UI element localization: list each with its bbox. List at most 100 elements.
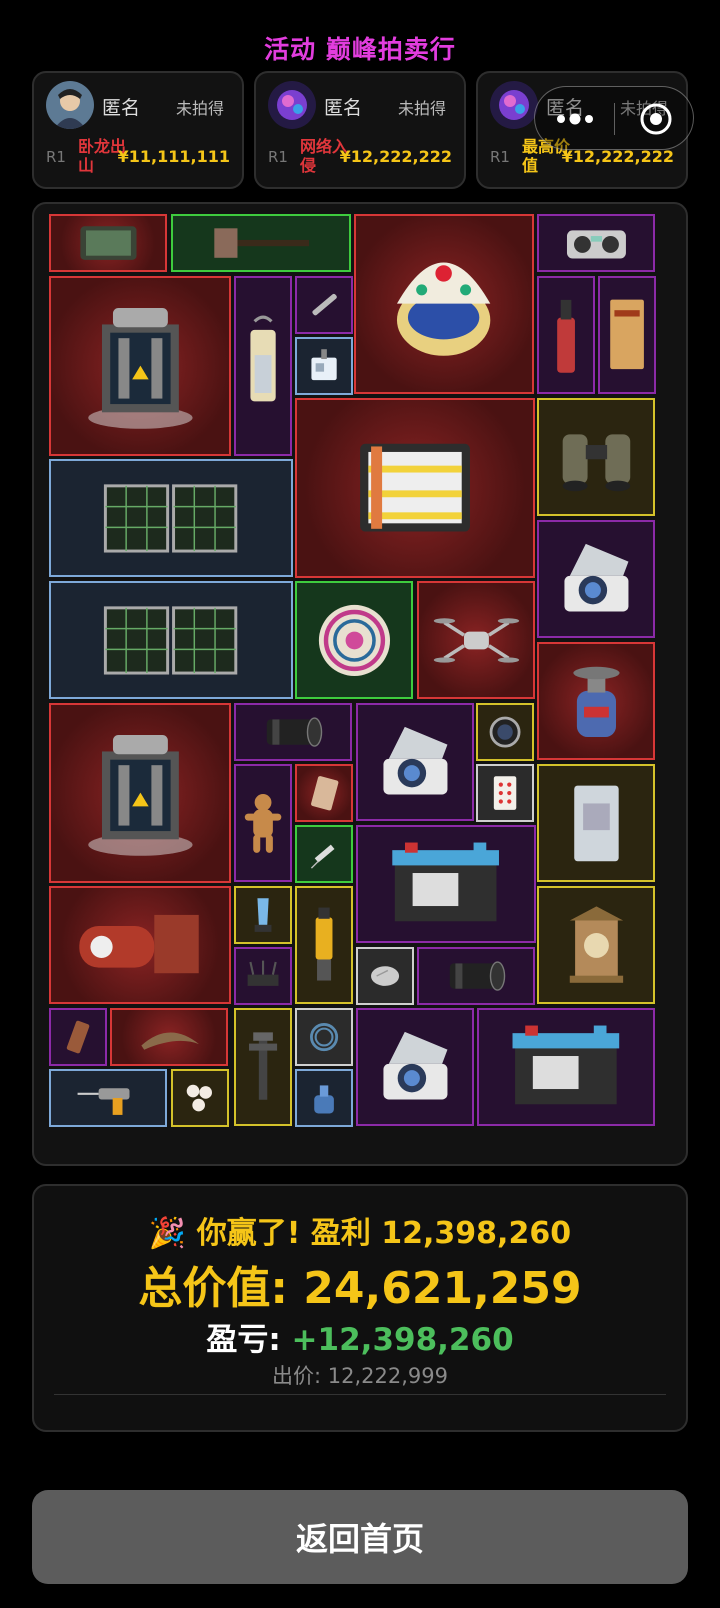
bidder-round: R1 xyxy=(46,148,66,166)
item-car-battery-2[interactable] xyxy=(477,1008,655,1126)
item-coiled-cable[interactable] xyxy=(295,1008,353,1066)
item-playing-card[interactable] xyxy=(476,764,534,822)
item-lantern[interactable] xyxy=(234,276,292,456)
egg-icon xyxy=(356,216,532,392)
item-fossil-claw[interactable] xyxy=(110,1008,228,1066)
bidder-round: R1 xyxy=(268,148,288,166)
item-airbrush-pen[interactable] xyxy=(295,276,353,334)
battery-pack-icon xyxy=(297,400,533,576)
warrior-avatar-icon xyxy=(46,81,94,129)
badge-icon xyxy=(297,339,351,393)
car-battery-icon xyxy=(358,827,534,941)
pearl-icon xyxy=(173,1071,227,1125)
item-syringe[interactable] xyxy=(295,825,353,883)
profit-loss: 盈亏: +12,398,260 xyxy=(34,1314,686,1359)
drone-icon xyxy=(419,583,533,697)
purple-spirit-avatar-icon xyxy=(268,81,316,129)
more-dots-icon[interactable] xyxy=(555,111,595,127)
reactor-icon xyxy=(51,278,229,454)
total-value: 总价值: 24,621,259 xyxy=(138,1263,582,1314)
bidder-status: 未拍得 xyxy=(175,99,224,118)
item-computer-mouse[interactable] xyxy=(356,947,414,1005)
item-gingerbread-man[interactable] xyxy=(234,764,292,882)
router-icon xyxy=(236,949,290,1003)
id-card-icon xyxy=(539,766,653,880)
solar-panel-icon xyxy=(51,461,291,575)
item-crystal-trophy[interactable] xyxy=(234,886,292,944)
item-id-card-pouch[interactable] xyxy=(537,764,655,882)
item-ink-bottle[interactable] xyxy=(295,1069,353,1127)
bidder-card-1[interactable]: 匿名 未拍得 R1 卧龙出山 ¥11,111,111 xyxy=(32,71,244,189)
item-boombox-radio[interactable] xyxy=(537,214,655,272)
tablet-icon xyxy=(51,216,165,270)
item-reactor-core-1[interactable] xyxy=(49,276,231,456)
engine-icon xyxy=(51,888,229,1002)
target-circle-icon[interactable] xyxy=(639,102,673,136)
jack-icon xyxy=(297,888,351,1002)
claw-icon xyxy=(112,1010,226,1064)
return-home-button[interactable]: 返回首页 xyxy=(32,1490,688,1584)
bid-amount: 出价: 12,222,999 xyxy=(272,1364,448,1388)
bidder-card-2[interactable]: 匿名 未拍得 R1 网络入侵 ¥12,222,222 xyxy=(254,71,466,189)
item-centrifuge-2[interactable] xyxy=(356,703,474,821)
snack-icon xyxy=(51,1010,105,1064)
bidder-price: ¥12,222,222 xyxy=(339,147,452,166)
item-camera-lens-1[interactable] xyxy=(234,703,352,761)
bidder-round: R1 xyxy=(490,148,510,166)
item-trading-card[interactable] xyxy=(295,764,353,822)
torch-icon xyxy=(539,278,593,392)
profit-loss-label: 盈亏: xyxy=(206,1322,292,1358)
capsule-divider xyxy=(614,103,615,135)
item-id-badge[interactable] xyxy=(295,337,353,395)
item-ornate-plate[interactable] xyxy=(295,581,413,699)
item-solar-panel-1[interactable] xyxy=(49,459,293,577)
item-centrifuge-3[interactable] xyxy=(356,1008,474,1126)
bidder-name: 匿名 xyxy=(324,97,363,119)
item-black-tide-manual[interactable] xyxy=(598,276,656,394)
item-tactical-tablet[interactable] xyxy=(49,214,167,272)
item-clock-shrine[interactable] xyxy=(537,886,655,1004)
card-icon xyxy=(478,766,532,820)
faucet-icon xyxy=(236,1010,290,1124)
book-icon xyxy=(600,278,654,392)
item-sledgehammer[interactable] xyxy=(171,214,351,272)
item-reactor-core-2[interactable] xyxy=(49,703,231,883)
radio-icon xyxy=(539,216,653,270)
page-title: 活动 巅峰拍卖行 xyxy=(264,35,456,64)
mouse-icon xyxy=(358,949,412,1003)
item-wifi-router[interactable] xyxy=(234,947,292,1005)
bidder-price: ¥11,111,111 xyxy=(117,147,230,166)
hammer-icon xyxy=(173,216,349,270)
item-camera-lens-2[interactable] xyxy=(417,947,535,1005)
item-centrifuge-1[interactable] xyxy=(537,520,655,638)
item-solar-panel-2[interactable] xyxy=(49,581,293,699)
item-hydraulic-jack[interactable] xyxy=(295,886,353,1004)
item-binoculars[interactable] xyxy=(537,398,655,516)
result-divider xyxy=(54,1394,666,1395)
trading-card-icon xyxy=(297,766,351,820)
lens-icon xyxy=(236,705,350,759)
item-gas-canister[interactable] xyxy=(537,642,655,760)
item-jeweled-egg[interactable] xyxy=(354,214,534,394)
gas-canister-icon xyxy=(539,644,653,758)
purple-spirit-avatar-icon xyxy=(490,81,538,129)
item-pearls[interactable] xyxy=(171,1069,229,1127)
item-faucet-valve[interactable] xyxy=(234,1008,292,1126)
centrifuge-icon xyxy=(358,705,472,819)
result-panel: 🎉 你赢了! 盈利 12,398,260 总价值: 24,621,259 盈亏:… xyxy=(32,1184,688,1432)
drill-icon xyxy=(51,1071,165,1125)
item-blow-torch[interactable] xyxy=(537,276,595,394)
binoculars-icon xyxy=(539,400,653,514)
item-power-drill[interactable] xyxy=(49,1069,167,1127)
item-drone[interactable] xyxy=(417,581,535,699)
filter-icon xyxy=(478,705,532,759)
item-battery-pack[interactable] xyxy=(295,398,535,578)
trophy-icon xyxy=(236,888,290,942)
item-snack-bar[interactable] xyxy=(49,1008,107,1066)
item-lens-filter[interactable] xyxy=(476,703,534,761)
item-rocket-engine[interactable] xyxy=(49,886,231,1004)
plate-icon xyxy=(297,583,411,697)
centrifuge-icon xyxy=(539,522,653,636)
pen-icon xyxy=(297,278,351,332)
item-car-battery-1[interactable] xyxy=(356,825,536,943)
